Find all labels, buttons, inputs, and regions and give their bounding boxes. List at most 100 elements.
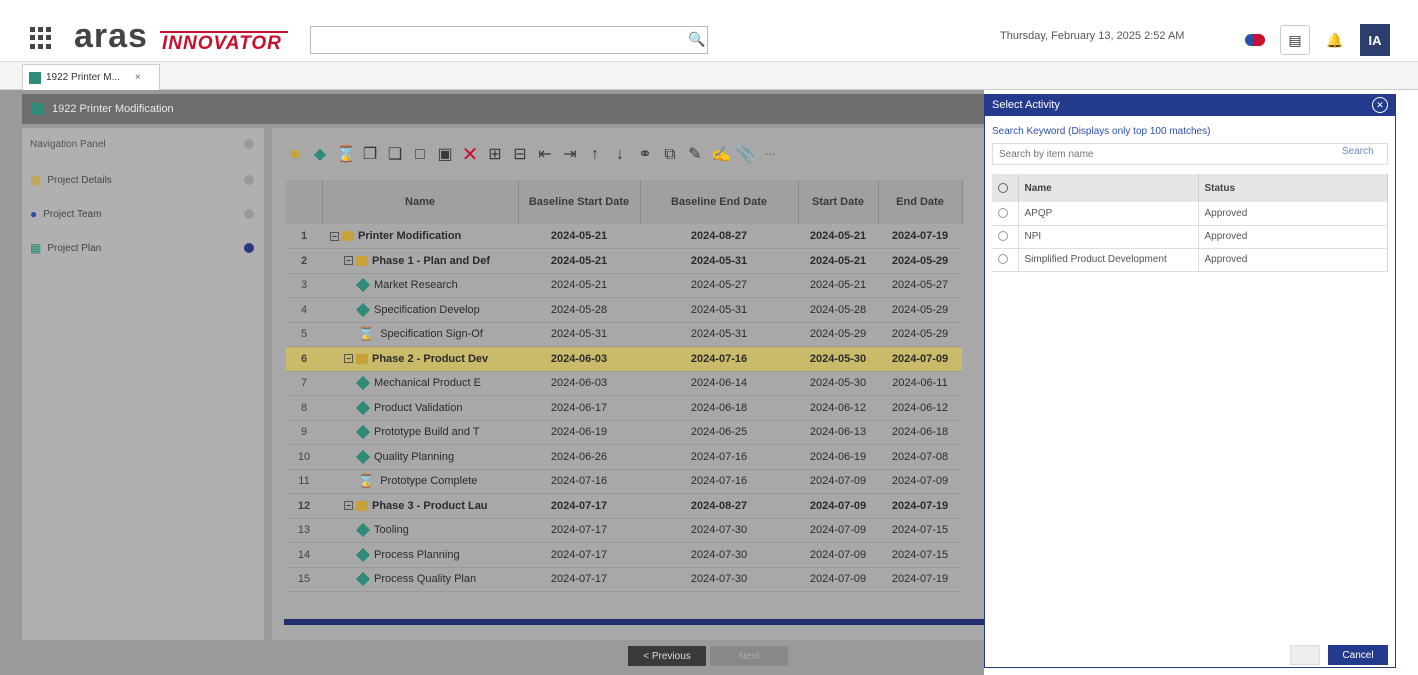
start-date-cell[interactable]: 2024-07-09 <box>798 493 878 519</box>
baseline-end-cell[interactable]: 2024-08-27 <box>640 224 798 249</box>
activity-name-cell[interactable]: Prototype Build and T <box>322 420 518 445</box>
baseline-end-cell[interactable]: 2024-06-25 <box>640 420 798 445</box>
table-row[interactable]: 12− Phase 3 - Product Lau 2024-07-17 2024-0… <box>286 493 962 519</box>
start-date-cell[interactable]: 2024-05-29 <box>798 322 878 347</box>
search-icon[interactable]: 🔍 <box>688 31 705 48</box>
table-row[interactable]: 15 Process Quality Plan 2024-07-17 2024-07-… <box>286 567 962 592</box>
table-row[interactable]: 13 Tooling 2024-07-17 2024-07-30 2024-07-09 2… <box>286 518 962 543</box>
start-date-cell[interactable]: 2024-06-13 <box>798 420 878 445</box>
row-radio[interactable] <box>992 248 1019 272</box>
tab-printer-modification[interactable]: 1922 Printer M... × <box>22 64 160 90</box>
start-date-cell[interactable]: 2024-05-30 <box>798 346 878 372</box>
baseline-start-cell[interactable]: 2024-07-17 <box>518 567 640 592</box>
outdent-icon[interactable]: ⇤ <box>536 146 554 164</box>
table-row[interactable]: 2− Phase 1 - Plan and Def 2024-05-21 2024-0… <box>286 248 962 274</box>
dialog-search-input[interactable] <box>993 144 1323 164</box>
baseline-end-cell[interactable]: 2024-07-30 <box>640 518 798 543</box>
baseline-end-cell[interactable]: 2024-06-14 <box>640 371 798 396</box>
avatar[interactable]: IA <box>1360 24 1390 56</box>
activity-status-cell[interactable]: Approved <box>1198 248 1388 272</box>
baseline-start-cell[interactable]: 2024-06-03 <box>518 346 640 372</box>
pin-icon[interactable] <box>244 209 254 219</box>
baseline-end-cell[interactable]: 2024-05-31 <box>640 322 798 347</box>
activity-name-cell[interactable]: ⌛ Specification Sign-Of <box>322 322 518 347</box>
notes-icon[interactable]: ✍ <box>711 146 731 164</box>
baseline-start-cell[interactable]: 2024-07-17 <box>518 542 640 568</box>
start-date-cell[interactable]: 2024-06-19 <box>798 444 878 470</box>
paste-icon[interactable]: ❑ <box>386 146 404 164</box>
baseline-start-cell[interactable]: 2024-05-21 <box>518 224 640 249</box>
duplicate-icon[interactable]: ⧉ <box>661 146 679 164</box>
baseline-start-cell[interactable]: 2024-06-03 <box>518 371 640 396</box>
table-row[interactable]: 10 Quality Planning 2024-06-26 2024-07-16 20… <box>286 444 962 470</box>
copy-icon[interactable]: ❐ <box>361 146 379 164</box>
end-date-cell[interactable]: 2024-07-19 <box>878 567 962 592</box>
baseline-start-cell[interactable]: 2024-07-17 <box>518 518 640 543</box>
activity-name-cell[interactable]: − Phase 1 - Plan and Def <box>322 248 518 274</box>
table-row[interactable]: 3 Market Research 2024-05-21 2024-05-27 2024… <box>286 273 962 298</box>
start-date-cell[interactable]: 2024-05-28 <box>798 297 878 323</box>
table-row[interactable]: 8 Product Validation 2024-06-17 2024-06-18 2… <box>286 395 962 421</box>
activity-name-cell[interactable]: Specification Develop <box>322 297 518 323</box>
radio-icon[interactable] <box>998 231 1008 242</box>
nav-item-project-plan[interactable]: ▦ Project Plan <box>22 236 264 260</box>
end-date-cell[interactable]: 2024-07-15 <box>878 542 962 568</box>
collapse-icon[interactable]: − <box>330 231 339 241</box>
add-folder-icon[interactable]: ■ <box>286 146 304 164</box>
baseline-start-cell[interactable]: 2024-06-26 <box>518 444 640 470</box>
baseline-end-cell[interactable]: 2024-05-27 <box>640 273 798 298</box>
add-activity-icon[interactable]: ◆ <box>311 146 329 164</box>
more-icon[interactable]: ⋯ <box>761 146 779 164</box>
close-icon[interactable]: ✕ <box>1372 97 1388 113</box>
baseline-end-cell[interactable]: 2024-07-16 <box>640 346 798 372</box>
end-date-cell[interactable]: 2024-07-09 <box>878 346 962 372</box>
indent-icon[interactable]: ▣ <box>436 146 454 164</box>
row-radio[interactable] <box>992 202 1019 226</box>
move-down-icon[interactable]: ↓ <box>611 146 629 164</box>
notification-bell-icon[interactable]: 🔔 <box>1320 25 1350 55</box>
activity-name-cell[interactable]: Simplified Product Development <box>1018 248 1199 272</box>
activity-name-cell[interactable]: Tooling <box>322 518 518 543</box>
link-icon[interactable]: ⚭ <box>636 146 654 164</box>
start-date-cell[interactable]: 2024-05-30 <box>798 371 878 396</box>
start-date-cell[interactable]: 2024-07-09 <box>798 542 878 568</box>
end-date-cell[interactable]: 2024-07-19 <box>878 493 962 519</box>
column-header-baseline-start[interactable]: Baseline Start Date <box>518 180 641 224</box>
previous-button[interactable]: < Previous <box>628 646 706 666</box>
edit-pencil-icon[interactable]: ✎ <box>686 146 704 164</box>
row-radio[interactable] <box>992 225 1019 249</box>
end-date-cell[interactable]: 2024-06-18 <box>878 420 962 445</box>
end-date-cell[interactable]: 2024-07-09 <box>878 469 962 494</box>
expand-all-icon[interactable]: ⊞ <box>486 146 504 164</box>
start-date-cell[interactable]: 2024-06-12 <box>798 395 878 421</box>
baseline-start-cell[interactable]: 2024-05-31 <box>518 322 640 347</box>
activity-name-cell[interactable]: − Phase 3 - Product Lau <box>322 493 518 519</box>
activity-name-cell[interactable]: APQP <box>1018 202 1199 226</box>
activity-row[interactable]: Simplified Product Development Approved <box>992 248 1388 272</box>
baseline-start-cell[interactable]: 2024-06-17 <box>518 395 640 421</box>
collapse-icon[interactable]: − <box>344 256 353 266</box>
table-row[interactable]: 4 Specification Develop 2024-05-28 2024-05-… <box>286 297 962 323</box>
baseline-start-cell[interactable]: 2024-07-16 <box>518 469 640 494</box>
next-button[interactable]: Next <box>710 646 788 666</box>
end-date-cell[interactable]: 2024-07-08 <box>878 444 962 470</box>
activity-name-cell[interactable]: Product Validation <box>322 395 518 421</box>
end-date-cell[interactable]: 2024-07-19 <box>878 224 962 249</box>
activity-name-cell[interactable]: − Printer Modification <box>322 224 518 249</box>
table-row[interactable]: 14 Process Planning 2024-07-17 2024-07-30 20… <box>286 542 962 568</box>
baseline-end-cell[interactable]: 2024-07-16 <box>640 469 798 494</box>
column-header-start[interactable]: Start Date <box>798 180 879 224</box>
end-date-cell[interactable]: 2024-05-29 <box>878 248 962 274</box>
toggle-icon[interactable] <box>1240 25 1270 55</box>
activity-name-cell[interactable]: Process Quality Plan <box>322 567 518 592</box>
end-date-cell[interactable]: 2024-05-29 <box>878 297 962 323</box>
activity-status-cell[interactable]: Approved <box>1198 225 1388 249</box>
column-header-end[interactable]: End Date <box>878 180 963 224</box>
end-date-cell[interactable]: 2024-06-11 <box>878 371 962 396</box>
activity-name-cell[interactable]: Process Planning <box>322 542 518 568</box>
collapse-icon[interactable]: − <box>344 354 353 364</box>
tab-close-icon[interactable]: × <box>135 72 141 83</box>
cancel-button[interactable]: Cancel <box>1328 645 1388 665</box>
activity-row[interactable]: APQP Approved <box>992 202 1388 226</box>
select-all-checkbox[interactable] <box>992 174 1019 202</box>
